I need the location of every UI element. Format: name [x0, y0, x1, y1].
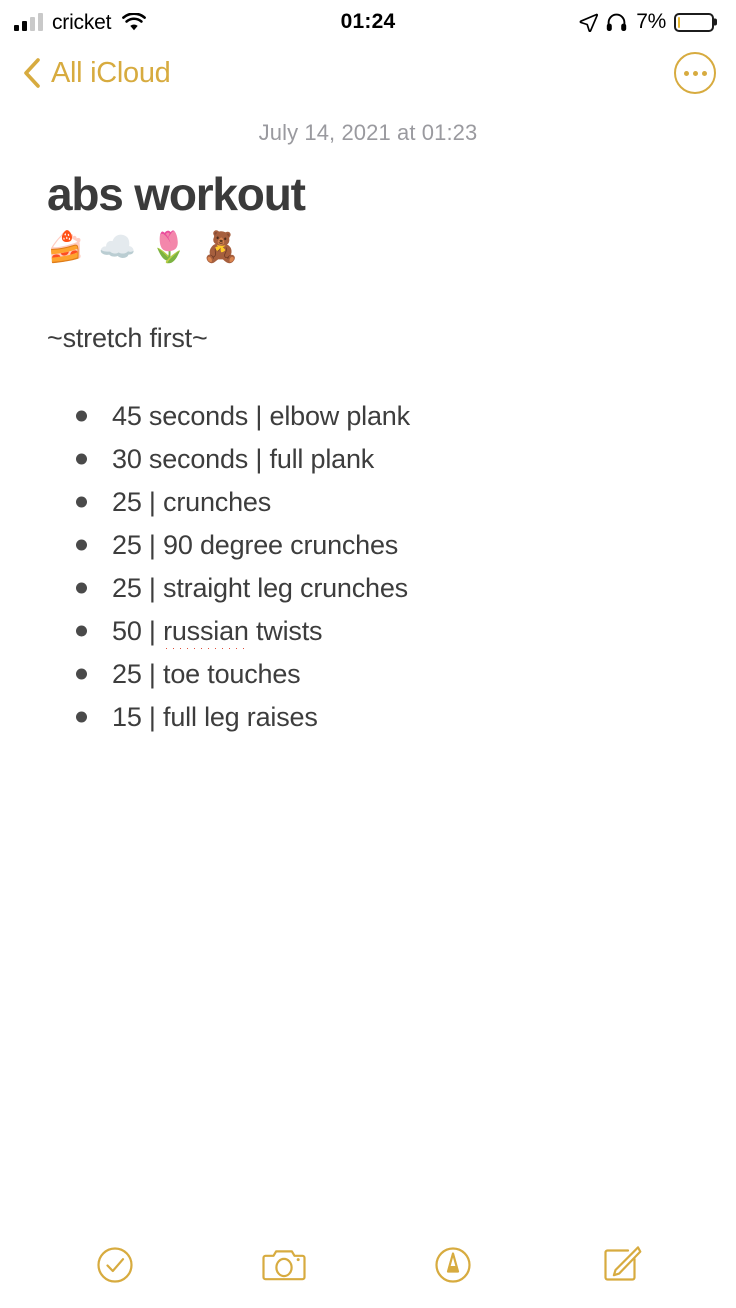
note-list-item: 25 | straight leg crunches — [44, 572, 692, 603]
battery-percent-label: 7% — [636, 10, 666, 33]
chevron-left-icon — [24, 58, 40, 88]
note-list-item: 50 | russian twists — [44, 615, 692, 649]
note-list-item: 30 seconds | full plank — [44, 443, 692, 474]
carrier-label: cricket — [52, 10, 112, 34]
headphones-icon — [607, 13, 627, 31]
note-list-item: 15 | full leg raises — [44, 701, 692, 732]
status-bar-left: cricket — [14, 10, 147, 34]
list-item-text: 25 | toe touches — [112, 658, 301, 689]
list-item-text: 30 seconds | full plank — [112, 443, 375, 474]
more-dot — [701, 70, 707, 76]
battery-icon — [674, 12, 714, 32]
note-content-area[interactable]: July 14, 2021 at 01:23 abs workout 🍰 ☁️ … — [0, 102, 736, 1230]
navigation-bar: All iCloud — [0, 44, 736, 102]
back-to-all-icloud-button[interactable]: All iCloud — [22, 57, 171, 90]
location-arrow-icon — [579, 13, 599, 32]
list-item-suffix: twists — [248, 615, 323, 646]
more-dot — [683, 70, 689, 76]
signal-bars-icon — [14, 12, 43, 31]
pen-circle-icon — [434, 1247, 471, 1283]
markup-button[interactable] — [368, 1246, 537, 1284]
note-list-item: 25 | crunches — [44, 486, 692, 517]
more-dot — [692, 70, 698, 76]
compose-icon — [603, 1246, 641, 1281]
list-item-text: 25 | 90 degree crunches — [112, 529, 399, 560]
note-paragraph: ~stretch first~ — [47, 323, 208, 354]
status-bar: cricket 01:24 7% — [0, 0, 736, 44]
more-circle-icon[interactable] — [674, 52, 716, 94]
note-timestamp: July 14, 2021 at 01:23 — [258, 120, 478, 145]
list-item-text: 15 | full leg raises — [112, 701, 318, 732]
list-item-text: 25 | straight leg crunches — [112, 572, 408, 603]
list-item-text: 25 | crunches — [112, 486, 272, 517]
camera-icon — [261, 1250, 306, 1281]
wifi-icon — [122, 13, 147, 31]
camera-button[interactable] — [199, 1246, 368, 1284]
bottom-toolbar — [0, 1230, 736, 1308]
note-bulleted-list: 45 seconds | elbow plank 30 seconds | ful… — [44, 400, 692, 732]
note-title: abs workout — [47, 168, 306, 220]
note-list-item: 25 | toe touches — [44, 658, 692, 689]
note-list-item: 45 seconds | elbow plank — [44, 400, 692, 431]
compose-button[interactable] — [537, 1245, 706, 1285]
list-item-prefix: 50 | — [112, 615, 164, 646]
note-list-item: 25 | 90 degree crunches — [44, 529, 692, 560]
list-item-text: 45 seconds | elbow plank — [112, 400, 410, 431]
check-circle-icon — [96, 1247, 133, 1283]
back-button-label: All iCloud — [51, 56, 171, 89]
notes-app-screen: cricket 01:24 7% All iCloud July 14, 202… — [0, 0, 736, 1308]
note-emoji-row: 🍰 ☁️ 🌷 🧸 — [47, 230, 243, 264]
checklist-button[interactable] — [30, 1246, 199, 1284]
status-bar-right: 7% — [579, 10, 714, 34]
misspelled-word: russian — [163, 615, 249, 649]
